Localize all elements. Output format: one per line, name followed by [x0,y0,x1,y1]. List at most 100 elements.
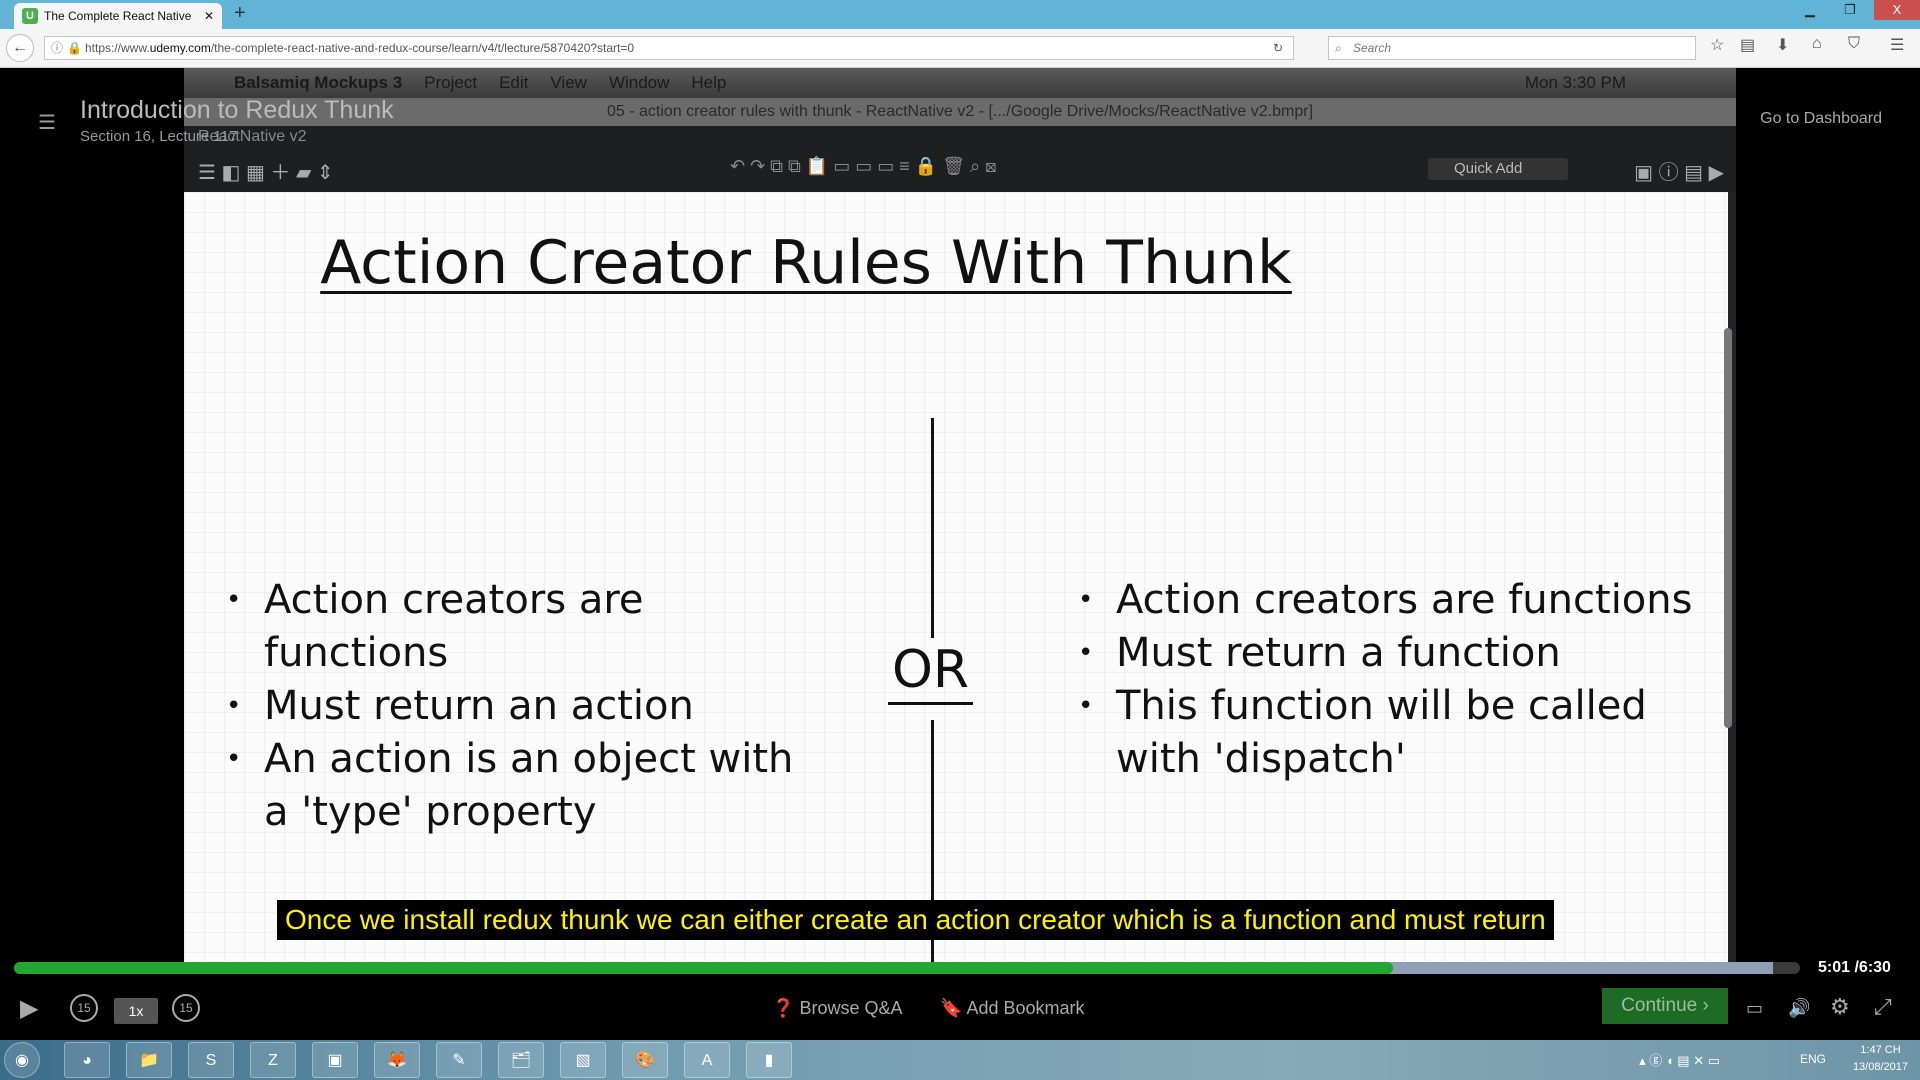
menu-edit: Edit [499,73,529,92]
bookmark-icon: 🔖 [940,998,963,1018]
udemy-favicon-icon: U [22,8,38,24]
continue-label: Continue [1621,995,1698,1016]
quick-add-field: Quick Add [1428,158,1568,180]
back-button[interactable]: ← [6,34,34,62]
sync-rules-list: Action creators are functions Must retur… [226,574,826,839]
menu-project: Project [424,73,478,92]
windows-taskbar: ◉ ◕ 📁 S Z ▣ 🦊 ✎ 🗂 ▧ 🎨 A ▮ ▴ ⓖ ◖ ▤ ✕ ▭ ENG 1:47 CH 1… [0,1040,1920,1080]
add-bookmark-button[interactable]: 🔖 Add Bookmark [940,998,1085,1019]
play-icon[interactable]: ▶ [20,994,38,1023]
taskbar-app-skype-icon[interactable]: S [188,1042,234,1078]
url-prefix: https://www. [85,41,150,55]
menu-icon[interactable]: ☰ [1890,35,1904,55]
list-item: This function will be called with 'dispa… [1078,680,1698,786]
video-player[interactable]: Balsamiq Mockups 3 Project Edit View Win… [0,68,1920,1040]
language-indicator[interactable]: ENG [1800,1052,1826,1066]
reload-icon[interactable]: ↻ [1273,37,1283,59]
settings-gear-icon[interactable]: ⚙ [1830,994,1850,1020]
taskbar-app-photos-icon[interactable]: ▧ [560,1042,606,1078]
balsamiq-window: Balsamiq Mockups 3 Project Edit View Win… [184,68,1736,970]
played-bar [14,962,1393,974]
taskbar-app-explorer-icon[interactable]: 📁 [126,1042,172,1078]
thunk-rules-list: Action creators are functions Must retur… [1078,574,1698,786]
or-label: OR [888,640,974,705]
taskbar-app-chrome-icon[interactable]: ◕ [64,1042,110,1078]
taskbar-app-zalo-icon[interactable]: Z [250,1042,296,1078]
add-bookmark-label: Add Bookmark [966,998,1085,1018]
curriculum-menu-icon[interactable]: ☰ [38,110,56,135]
search-input[interactable]: ⌕ Search [1328,36,1696,60]
progress-bar[interactable] [14,962,1800,974]
search-icon: ⌕ [1335,41,1342,55]
mockup-canvas: Action Creator Rules With Thunk Action c… [184,192,1728,970]
close-tab-icon[interactable]: ✕ [204,9,214,23]
duration: /6:30 [1854,959,1891,976]
download-icon[interactable]: ⬇ [1776,35,1789,55]
taskbar-app-notepad-icon[interactable]: ✎ [436,1042,482,1078]
slide-title: Action Creator Rules With Thunk [184,228,1428,298]
system-clock[interactable]: 1:47 CH 13/08/2017 [1853,1042,1908,1076]
current-time: 5:01 [1818,959,1851,976]
bookmark-star-icon[interactable]: ☆ [1710,35,1724,55]
fullscreen-icon[interactable]: ⤢ [1874,994,1892,1020]
view-tools-icon: ▣ ⓘ ▤ ▶ [1634,162,1724,184]
question-icon: ❓ [772,998,795,1018]
taskbar-app-android-studio-icon[interactable]: A [684,1042,730,1078]
window-title: 05 - action creator rules with thunk - R… [184,98,1736,126]
captions-icon[interactable]: ▭ [1746,998,1763,1019]
edit-tools-icon: ↶ ↷ ⧉ ⧉ 📋 ▭ ▭ ▭ ≡ 🔒 🗑 ⌕ ⊠ [730,156,997,176]
search-placeholder: Search [1353,41,1392,55]
clock-time: 1:47 CH [1860,1044,1901,1056]
list-item: Action creators are functions [226,574,826,680]
url-domain: udemy.com [149,41,211,55]
mac-clock: Mon 3:30 PM [1524,73,1626,92]
list-item: Must return an action [226,680,826,733]
url-path: /the-complete-react-native-and-redux-cou… [210,41,635,55]
time-display: 5:01 /6:30 [1818,959,1891,977]
canvas-scrollbar [1724,328,1732,728]
pocket-icon[interactable]: ⛉ [1848,35,1860,53]
clipboard-icon[interactable]: ▤ [1740,35,1755,55]
clock-date: 13/08/2017 [1852,1061,1908,1073]
lock-icon: 🔒 [67,41,82,55]
lesson-title: Introduction to Redux Thunk [80,96,394,124]
browse-qa-button[interactable]: ❓ Browse Q&A [772,998,902,1019]
caption: Once we install redux thunk we can eithe… [277,900,1554,940]
continue-button[interactable]: Continue › [1602,988,1728,1024]
app-name: Balsamiq Mockups 3 [234,73,403,92]
tray-icons[interactable]: ▴ ⓖ ◖ ▤ ✕ ▭ [1639,1050,1720,1069]
home-icon[interactable]: ⌂ [1812,35,1822,53]
go-to-dashboard-link[interactable]: Go to Dashboard [1760,110,1882,128]
section-label: Section 16, Lecture 117 [80,128,238,145]
list-item: Action creators are functions [1078,574,1698,627]
list-item: Must return a function [1078,627,1698,680]
browse-qa-label: Browse Q&A [799,998,903,1018]
taskbar-app-paint-icon[interactable]: 🎨 [622,1042,668,1078]
list-item: An action is an object with a 'type' pro… [226,733,826,839]
menu-view: View [550,73,587,92]
slide-title-text: Action Creator Rules With Thunk [320,228,1292,298]
navigation-bar: ← ⓘ 🔒 https://www.udemy.com/the-complete… [0,29,1920,68]
new-tab-button[interactable]: + [234,2,246,25]
rewind-15-button[interactable]: 15 [70,994,98,1022]
volume-icon[interactable]: 🔊 [1788,998,1810,1019]
url-bar[interactable]: ⓘ 🔒 https://www.udemy.com/the-complete-r… [44,36,1294,60]
speed-button[interactable]: 1x [114,998,158,1024]
tab-title: The Complete React Native [44,9,192,23]
taskbar-app-firefox-icon[interactable]: 🦊 [374,1042,420,1078]
forward-15-button[interactable]: 15 [172,994,200,1022]
start-button-icon[interactable]: ◉ [4,1042,40,1078]
taskbar-app-hub-icon[interactable]: ▣ [312,1042,358,1078]
player-controls: ▶ 15 1x 15 ❓ Browse Q&A 🔖 Add Bookmark C… [0,984,1920,1040]
taskbar-app-terminal-icon[interactable]: ▮ [746,1042,792,1078]
browser-tab-bar: U The Complete React Native ✕ + ▁ ❐ X [0,0,1920,29]
taskbar-app-files-icon[interactable]: 🗂 [498,1042,544,1078]
menu-help: Help [691,73,727,92]
restore-button[interactable]: ❐ [1832,0,1868,20]
menu-window: Window [608,73,670,92]
mac-menubar: Balsamiq Mockups 3 Project Edit View Win… [184,68,1736,98]
browser-tab[interactable]: U The Complete React Native ✕ [14,3,222,29]
minimize-button[interactable]: ▁ [1792,0,1828,20]
info-icon[interactable]: ⓘ [51,37,63,59]
close-window-button[interactable]: X [1874,0,1920,20]
